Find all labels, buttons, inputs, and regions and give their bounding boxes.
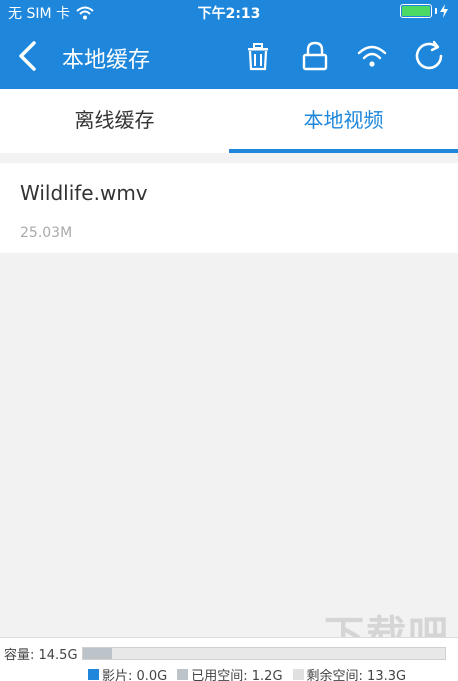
nav-bar: 本地缓存 (0, 24, 458, 89)
tab-bar: 离线缓存 本地视频 (0, 89, 458, 153)
list-item[interactable]: Wildlife.wmv 25.03M (0, 163, 458, 253)
legend-movies: 影片: 0.0G (88, 665, 167, 681)
back-button[interactable] (14, 40, 42, 72)
legend-swatch-free (292, 669, 304, 680)
refresh-icon[interactable] (413, 40, 445, 72)
lock-icon[interactable] (299, 40, 331, 72)
tab-offline-cache[interactable]: 离线缓存 (0, 89, 229, 153)
charging-icon (440, 4, 448, 18)
capacity-used-fill (82, 648, 112, 659)
tab-local-video[interactable]: 本地视频 (229, 89, 458, 153)
file-list: Wildlife.wmv 25.03M (0, 163, 458, 253)
legend-swatch-used (177, 669, 189, 680)
status-time: 下午2:13 (197, 6, 261, 22)
storage-legend: 影片: 0.0G 已用空间: 1.2G 剩余空间: 13.3G (88, 665, 406, 681)
file-size: 25.03M (20, 225, 73, 241)
wifi-transfer-icon[interactable] (356, 40, 388, 72)
storage-footer: 容量: 14.5G 影片: 0.0G 已用空间: 1.2G 剩余空间: 13.3… (0, 637, 458, 681)
file-name: Wildlife.wmv (20, 181, 148, 205)
legend-swatch-movies (88, 669, 99, 680)
battery-icon (400, 4, 448, 18)
capacity-row: 容量: 14.5G (4, 644, 446, 663)
legend-used: 已用空间: 1.2G (177, 665, 283, 681)
capacity-bar (81, 647, 446, 660)
page-title: 本地缓存 (62, 48, 151, 73)
status-bar: 无 SIM 卡 下午2:13 (0, 0, 458, 24)
top-bar: 无 SIM 卡 下午2:13 本地缓存 (0, 0, 458, 89)
trash-icon[interactable] (242, 40, 274, 72)
capacity-label: 容量: 14.5G (4, 648, 78, 663)
legend-free: 剩余空间: 13.3G (292, 665, 406, 681)
